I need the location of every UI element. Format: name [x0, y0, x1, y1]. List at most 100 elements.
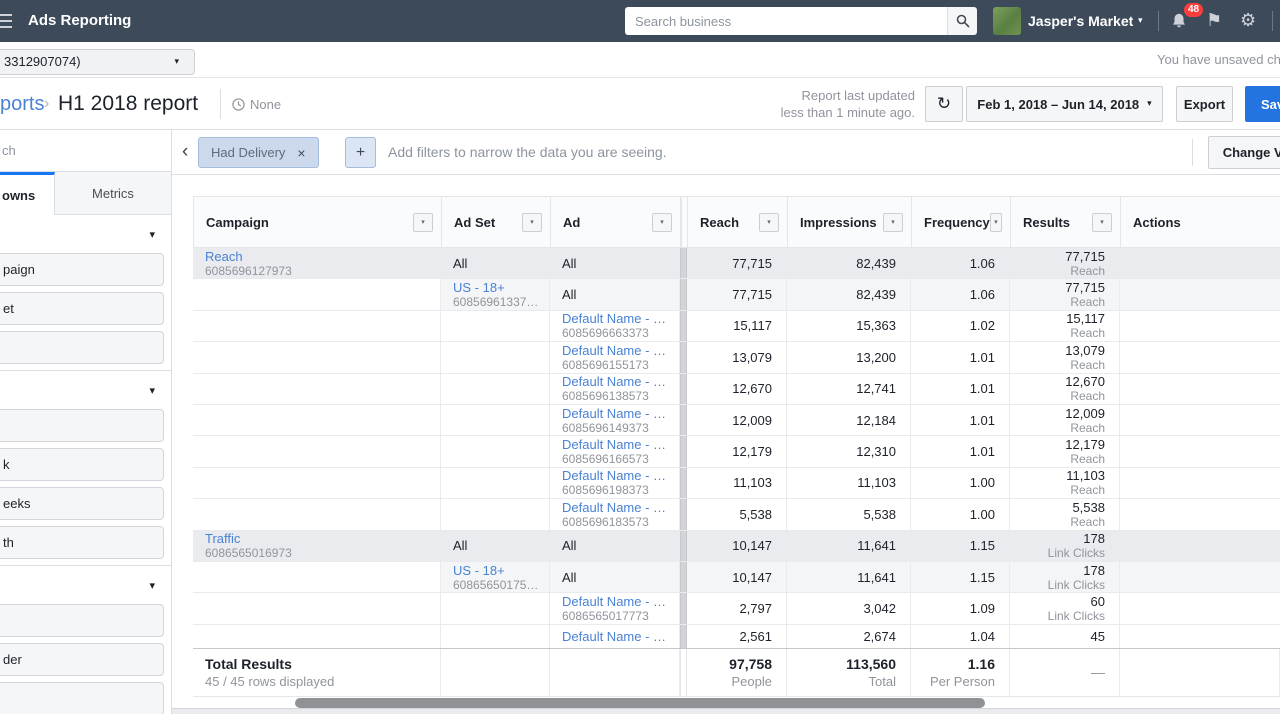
ad-link[interactable]: Default Name - …	[562, 500, 679, 515]
column-header-ad-set[interactable]: Ad Set▾	[442, 197, 551, 247]
column-header-ad[interactable]: Ad▾	[551, 197, 681, 247]
chevron-down-icon[interactable]: ▾	[1092, 213, 1112, 232]
frozen-pane-scrollbar[interactable]	[680, 436, 687, 466]
horizontal-scrollbar[interactable]	[295, 698, 985, 708]
filter-bar: ‹ Had Delivery × + Add filters to narrow…	[172, 130, 1280, 175]
frozen-pane-scrollbar[interactable]	[680, 342, 687, 372]
sidebar-item[interactable]	[0, 604, 164, 637]
ad-link[interactable]: All	[562, 570, 679, 585]
avatar[interactable]	[993, 7, 1021, 35]
frozen-pane-scrollbar[interactable]	[680, 311, 687, 341]
filter-chip-had-delivery[interactable]: Had Delivery ×	[198, 137, 319, 168]
frozen-pane-scrollbar[interactable]	[680, 374, 687, 404]
adset-link[interactable]: All	[453, 256, 549, 271]
chevron-down-icon[interactable]: ▾	[1138, 0, 1143, 42]
collapse-sidebar-icon[interactable]: ‹	[182, 130, 188, 174]
chevron-down-icon[interactable]: ▾	[883, 213, 903, 232]
ad-link[interactable]: Default Name - …	[562, 437, 679, 452]
chevron-down-icon[interactable]: ▾	[522, 213, 542, 232]
campaign-id: 6086565016973	[205, 546, 440, 560]
results-cell: 13,079 Reach	[1010, 342, 1120, 372]
account-selector[interactable]: 3312907074) ▾	[0, 49, 195, 75]
flag-icon[interactable]: ⚑	[1206, 11, 1222, 31]
ad-cell: Default Name - … 6085696663373	[550, 311, 680, 341]
reach-cell: 77,715	[687, 248, 787, 278]
sidebar-item-week[interactable]: k	[0, 448, 164, 481]
campaign-link[interactable]: Traffic	[205, 531, 440, 546]
chevron-down-icon[interactable]: ▾	[413, 213, 433, 232]
adset-link[interactable]: US - 18+	[453, 280, 549, 295]
add-filter-button[interactable]: +	[345, 137, 376, 168]
ad-link[interactable]: All	[562, 287, 679, 302]
ad-link[interactable]: Default Name - …	[562, 311, 679, 326]
frozen-pane-scrollbar[interactable]	[680, 593, 687, 623]
section-collapse-button[interactable]: ▾	[0, 566, 171, 604]
sidebar-item-ad[interactable]	[0, 331, 164, 364]
sidebar-item[interactable]	[0, 409, 164, 442]
tab-breakdowns[interactable]: owns	[0, 172, 55, 215]
close-icon[interactable]: ×	[297, 145, 305, 161]
column-header-frequency[interactable]: Frequency▾	[912, 197, 1011, 247]
ad-link[interactable]: Default Name - …	[562, 374, 679, 389]
reach-cell: 2,561	[687, 625, 787, 648]
section-collapse-button[interactable]: ▾	[0, 215, 171, 253]
ad-link[interactable]: Default Name - …	[562, 594, 679, 609]
sidebar-item-2-weeks[interactable]: eeks	[0, 487, 164, 520]
frozen-pane-scrollbar[interactable]	[680, 248, 687, 278]
campaign-link[interactable]: Reach	[205, 249, 440, 264]
save-button[interactable]: Save	[1245, 86, 1280, 122]
sidebar-item-campaign[interactable]: paign	[0, 253, 164, 286]
table-row: Default Name - … 6085696155173 13,079 13…	[193, 342, 1280, 373]
sidebar-item-gender[interactable]: der	[0, 643, 164, 676]
column-header-reach[interactable]: Reach▾	[688, 197, 788, 247]
date-range-button[interactable]: Feb 1, 2018 – Jun 14, 2018 ▾	[966, 86, 1163, 122]
filter-placeholder[interactable]: Add filters to narrow the data you are s…	[388, 130, 667, 174]
table-row: Default Name - … 6085696663373 15,117 15…	[193, 311, 1280, 342]
account-name[interactable]: Jasper's Market	[1028, 0, 1133, 42]
campaign-cell	[193, 311, 441, 341]
frozen-pane-scrollbar[interactable]	[680, 279, 687, 309]
ad-link[interactable]: Default Name - …	[562, 343, 679, 358]
last-updated-text: Report last updated less than 1 minute a…	[781, 87, 915, 121]
frozen-pane-scrollbar[interactable]	[680, 562, 687, 592]
menu-icon[interactable]	[0, 14, 12, 32]
sidebar-item-month[interactable]: th	[0, 526, 164, 559]
adset-link[interactable]: US - 18+	[453, 563, 549, 578]
change-view-button[interactable]: Change Vie	[1208, 136, 1280, 169]
chevron-down-icon[interactable]: ▾	[652, 213, 672, 232]
frozen-pane-scrollbar[interactable]	[680, 625, 687, 648]
chevron-down-icon[interactable]: ▾	[759, 213, 779, 232]
sidebar-item[interactable]	[0, 682, 164, 714]
actions-cell	[1120, 625, 1280, 648]
ad-link[interactable]: Default Name - …	[562, 406, 679, 421]
adset-link[interactable]: All	[453, 538, 549, 553]
sidebar-search-text: ch	[2, 143, 16, 158]
frozen-pane-divider[interactable]	[681, 197, 688, 247]
section-collapse-button[interactable]: ▾	[0, 371, 171, 409]
ad-link[interactable]: Default Name - …	[562, 468, 679, 483]
frozen-pane-scrollbar[interactable]	[680, 468, 687, 498]
sidebar-item-ad-set[interactable]: et	[0, 292, 164, 325]
sidebar-search-input[interactable]: ch	[0, 130, 171, 172]
ad-link[interactable]: All	[562, 538, 679, 553]
refresh-icon: ↻	[937, 94, 951, 114]
chevron-down-icon[interactable]: ▾	[990, 213, 1002, 232]
ad-cell: All	[550, 562, 680, 592]
frozen-pane-scrollbar[interactable]	[680, 499, 687, 529]
tab-metrics[interactable]: Metrics	[55, 172, 171, 215]
ad-link[interactable]: Default Name - …	[562, 629, 679, 644]
search-button[interactable]	[947, 7, 977, 35]
column-header-campaign[interactable]: Campaign▾	[194, 197, 442, 247]
column-header-actions[interactable]: Actions	[1121, 197, 1280, 247]
breadcrumb[interactable]: ports	[0, 78, 44, 130]
column-header-impressions[interactable]: Impressions▾	[788, 197, 912, 247]
column-header-results[interactable]: Results▾	[1011, 197, 1121, 247]
frozen-pane-scrollbar[interactable]	[680, 531, 687, 561]
refresh-button[interactable]: ↻	[925, 86, 963, 122]
schedule-status[interactable]: None	[232, 78, 281, 130]
search-input[interactable]	[625, 7, 947, 35]
gear-icon[interactable]: ⚙	[1240, 11, 1256, 31]
export-button[interactable]: Export	[1176, 86, 1233, 122]
ad-link[interactable]: All	[562, 256, 679, 271]
frozen-pane-scrollbar[interactable]	[680, 405, 687, 435]
